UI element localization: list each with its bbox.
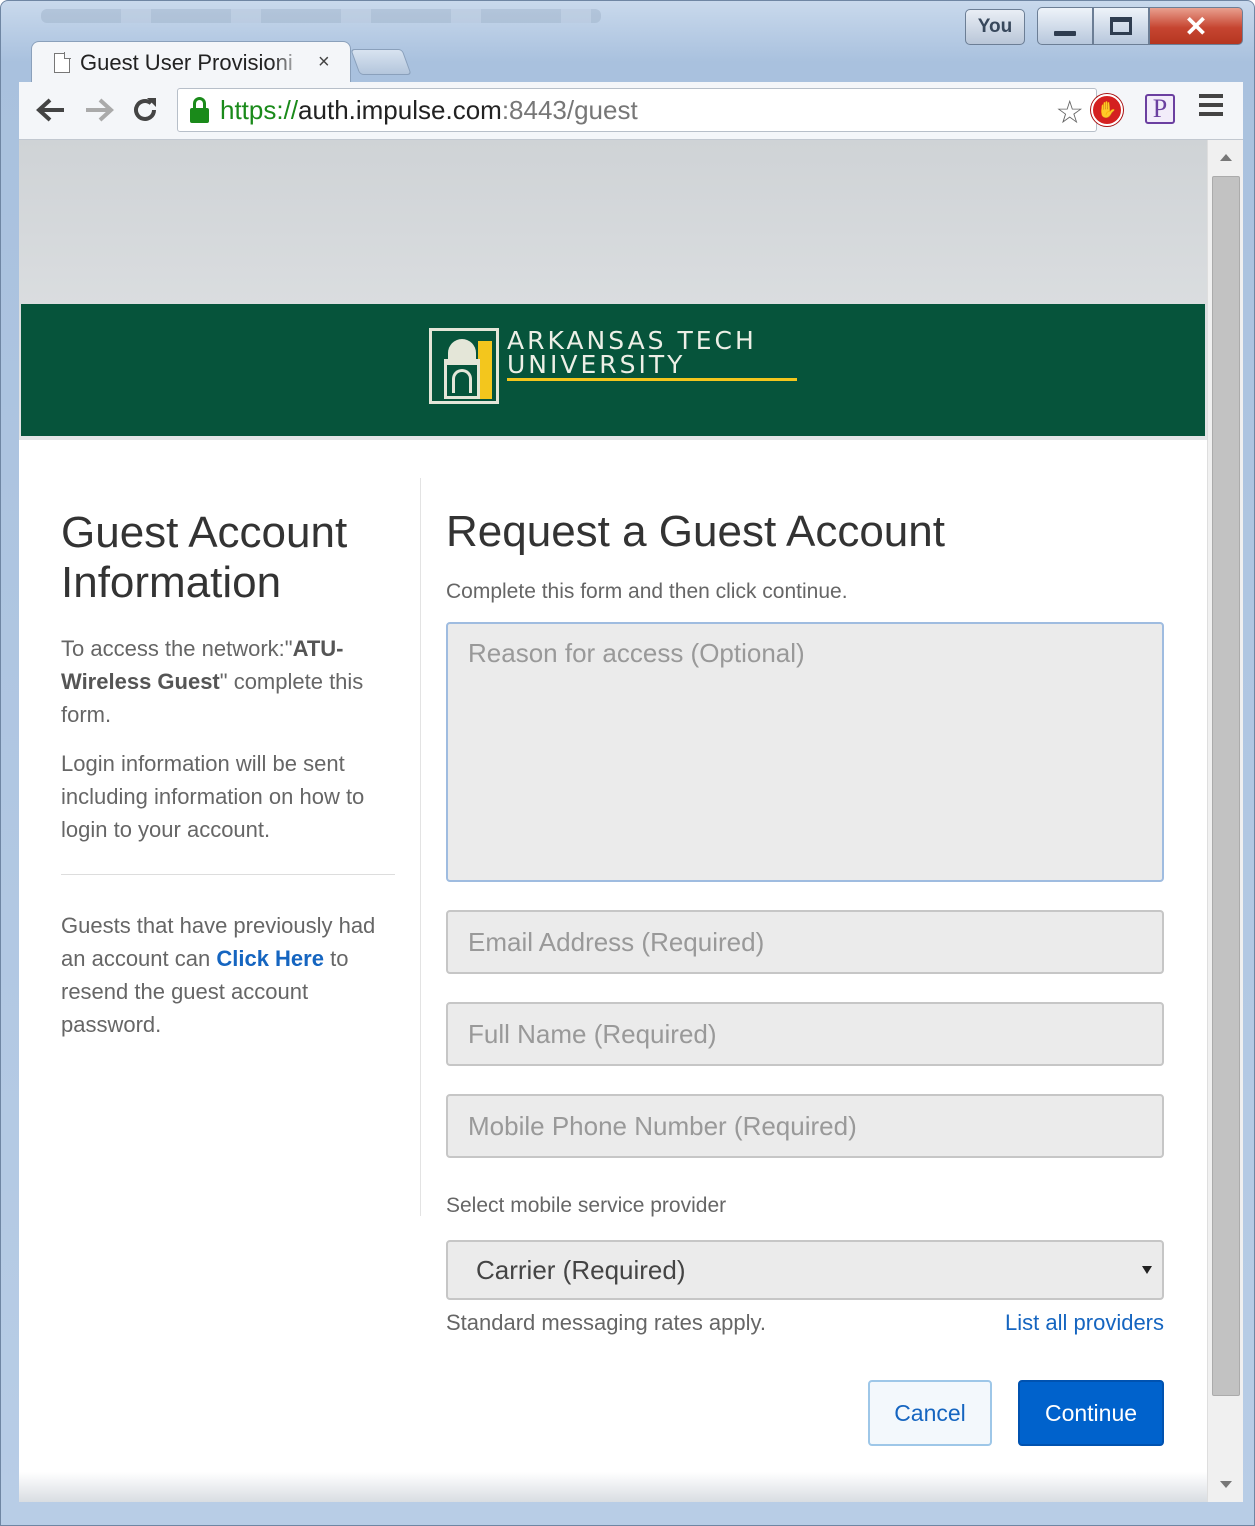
scrollbar-thumb[interactable] — [1212, 176, 1240, 1396]
close-window-button[interactable]: ✕ — [1149, 7, 1243, 45]
provider-label: Select mobile service provider — [446, 1194, 727, 1217]
adblock-extension-icon[interactable]: ✋ — [1091, 94, 1123, 126]
window-controls: ✕ — [1037, 7, 1243, 45]
menu-icon[interactable] — [1199, 94, 1223, 118]
minimize-icon — [1054, 30, 1076, 36]
url-text[interactable]: https://auth.impulse.com:8443/guest — [220, 95, 638, 126]
url-separator: :// — [276, 94, 299, 125]
browser-window: You ✕ Guest User Provisioni × https://au… — [0, 0, 1255, 1526]
info-title: Guest Account Information — [61, 508, 348, 607]
click-here-link[interactable]: Click Here — [216, 946, 324, 971]
carrier-selected-value: Carrier (Required) — [476, 1254, 686, 1285]
network-info-text: To access the network:"ATU-Wireless Gues… — [61, 632, 401, 731]
logo-text-line2: UNIVERSITY — [507, 350, 686, 379]
address-bar[interactable]: https://auth.impulse.com:8443/guest ☆ — [177, 88, 1097, 132]
url-scheme: https — [220, 94, 277, 125]
profile-button[interactable]: You — [965, 9, 1025, 45]
university-logo-icon — [429, 328, 499, 404]
rates-note: Standard messaging rates apply. — [446, 1310, 766, 1335]
vertical-scrollbar[interactable] — [1207, 140, 1243, 1502]
logo-underline — [507, 378, 797, 381]
guest-info-panel: Guest Account Information To access the … — [61, 508, 401, 1057]
guest-request-form: Request a Guest Account Complete this fo… — [446, 506, 1164, 1446]
form-actions: Cancel Continue — [446, 1380, 1164, 1446]
titlebar-background — [41, 9, 601, 23]
carrier-select[interactable]: Carrier (Required) — [446, 1240, 1164, 1300]
scroll-up-arrow-icon[interactable] — [1220, 154, 1232, 161]
mobile-phone-field[interactable] — [446, 1094, 1164, 1158]
university-banner: ARKANSAS TECH UNIVERSITY — [21, 304, 1205, 436]
tab-guest-user-provisioning[interactable]: Guest User Provisioni × — [31, 41, 351, 83]
close-icon: ✕ — [1184, 10, 1208, 42]
tab-close-icon[interactable]: × — [318, 51, 330, 74]
p-extension-icon[interactable]: P — [1145, 94, 1175, 124]
bookmark-star-icon[interactable]: ☆ — [1055, 93, 1084, 131]
network-info-prefix: To access the network:" — [61, 636, 293, 661]
maximize-button[interactable] — [1093, 7, 1149, 45]
rates-row: Standard messaging rates apply. List all… — [446, 1310, 1164, 1336]
reason-input[interactable] — [446, 622, 1164, 882]
maximize-icon — [1110, 17, 1132, 35]
continue-button[interactable]: Continue — [1018, 1380, 1164, 1446]
forward-arrow-icon[interactable] — [81, 92, 117, 128]
minimize-button[interactable] — [1037, 7, 1093, 45]
url-host: auth.impulse.com — [298, 94, 502, 125]
login-info-text: Login information will be sent including… — [61, 751, 365, 842]
back-arrow-icon[interactable] — [33, 92, 69, 128]
cancel-button[interactable]: Cancel — [868, 1380, 992, 1446]
browser-toolbar: https://auth.impulse.com:8443/guest ☆ ✋ … — [19, 82, 1243, 140]
dropdown-arrow-icon — [1142, 1266, 1152, 1274]
column-divider — [420, 478, 421, 1216]
info-divider — [61, 874, 395, 875]
tab-title: Guest User Provisioni — [80, 49, 293, 75]
new-tab-button[interactable] — [350, 49, 412, 75]
email-field[interactable] — [446, 910, 1164, 974]
url-path: :8443/guest — [501, 94, 638, 125]
page-icon — [54, 52, 71, 73]
lock-icon — [188, 96, 212, 124]
resend-info-text: Guests that have previously had an accou… — [61, 909, 401, 1041]
reload-icon[interactable] — [127, 92, 163, 128]
page-viewport: ARKANSAS TECH UNIVERSITY Guest Account I… — [19, 140, 1243, 1502]
form-title: Request a Guest Account — [446, 507, 945, 556]
page-bottom-shadow — [19, 1472, 1207, 1502]
list-all-providers-link[interactable]: List all providers — [1005, 1310, 1164, 1336]
scroll-down-arrow-icon[interactable] — [1220, 1481, 1232, 1488]
form-subtitle: Complete this form and then click contin… — [446, 580, 848, 603]
full-name-field[interactable] — [446, 1002, 1164, 1066]
